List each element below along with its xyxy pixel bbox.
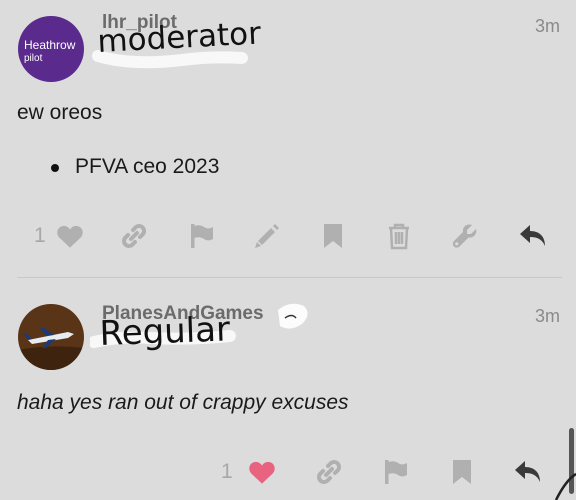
reply-button[interactable]	[515, 216, 551, 256]
link-icon	[317, 460, 341, 484]
flag-button[interactable]	[378, 452, 414, 492]
pencil-icon	[255, 224, 279, 248]
heart-icon	[57, 225, 83, 248]
like-button[interactable]	[244, 452, 280, 492]
link-icon	[122, 224, 146, 248]
edit-button[interactable]	[249, 216, 285, 256]
post-time[interactable]: 3m	[535, 16, 560, 37]
avatar-text: pilot	[24, 53, 43, 64]
bookmark-button[interactable]	[444, 452, 480, 492]
flag-icon	[191, 224, 213, 248]
bookmark-icon	[324, 224, 342, 248]
wrench-icon	[452, 224, 477, 248]
bookmark-button[interactable]	[315, 216, 351, 256]
post-lhr-pilot: Heathrow pilot lhr_pilot moderator 3m ew…	[0, 0, 576, 278]
like-count: 1	[221, 460, 233, 483]
reply-button[interactable]	[510, 452, 546, 492]
username[interactable]: lhr_pilot	[102, 12, 177, 34]
flag-button[interactable]	[184, 216, 220, 256]
post-body: haha yes ran out of crappy excuses	[17, 391, 349, 414]
post-actions: 1	[0, 452, 576, 492]
copy-link-button[interactable]	[116, 216, 152, 256]
topic-page: Heathrow pilot lhr_pilot moderator 3m ew…	[0, 0, 576, 500]
like-count: 1	[34, 224, 46, 247]
post-list: PFVA ceo 2023	[48, 155, 219, 179]
post-time[interactable]: 3m	[535, 306, 560, 327]
username[interactable]: PlanesAndGames	[102, 303, 264, 325]
avatar[interactable]	[18, 304, 84, 370]
list-item: PFVA ceo 2023	[48, 155, 219, 179]
admin-button[interactable]	[447, 216, 483, 256]
copy-link-button[interactable]	[311, 452, 347, 492]
avatar[interactable]: Heathrow pilot	[18, 16, 84, 82]
delete-button[interactable]	[381, 216, 417, 256]
corner-decoration	[554, 472, 576, 500]
bookmark-icon	[453, 460, 471, 484]
post-body: ew oreos	[17, 101, 103, 124]
like-button[interactable]	[52, 216, 88, 256]
heart-icon	[249, 461, 275, 484]
reply-icon	[520, 225, 545, 246]
flag-icon	[385, 460, 407, 484]
post-planesandgames: PlanesAndGames Regular 3m haha yes ran o…	[0, 278, 576, 500]
post-actions: 1	[0, 216, 576, 256]
avatar-text: Heathrow	[24, 38, 76, 52]
trash-icon	[389, 223, 409, 250]
reply-icon	[515, 461, 540, 482]
